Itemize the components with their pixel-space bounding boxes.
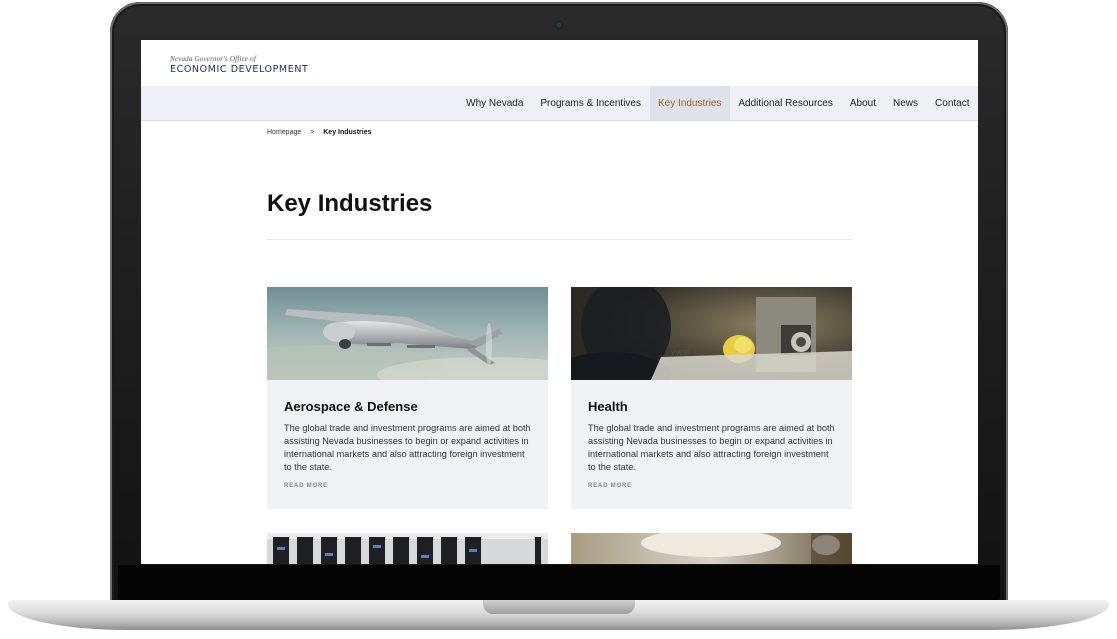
medical-equipment-image: VW38 <box>571 287 852 380</box>
logo-subtitle: Nevada Governor's Office of <box>170 55 257 63</box>
laptop-bezel <box>118 565 1000 601</box>
drone-image <box>267 287 548 380</box>
site-logo[interactable]: Nevada Governor's Office of ECONOMIC DEV… <box>170 55 308 75</box>
card-description: The global trade and investment programs… <box>588 423 835 472</box>
breadcrumb-home-link[interactable]: Homepage <box>267 129 301 136</box>
card-description: The global trade and investment programs… <box>284 423 531 472</box>
title-divider <box>267 239 852 240</box>
card-title: Aerospace & Defense <box>284 399 418 414</box>
breadcrumb-current: Key Industries <box>323 129 372 136</box>
nav-item-contact[interactable]: Contact <box>927 86 978 120</box>
camera-icon <box>555 21 563 29</box>
nav-item-news[interactable]: News <box>885 86 927 120</box>
read-more-link[interactable]: READ MORE <box>588 483 632 489</box>
card-title: Health <box>588 399 628 414</box>
svg-text:VW38: VW38 <box>671 350 690 357</box>
main-nav: Why Nevada Programs & Incentives Key Ind… <box>141 86 978 121</box>
nav-item-key-industries[interactable]: Key Industries <box>649 86 730 120</box>
laptop-notch <box>483 600 635 614</box>
industry-card-aerospace[interactable]: Aerospace & Defense The global trade and… <box>267 287 548 509</box>
beverage-splash-image[interactable] <box>571 533 852 564</box>
nav-item-why-nevada[interactable]: Why Nevada <box>458 86 532 120</box>
nav-item-additional-resources[interactable]: Additional Resources <box>730 86 842 120</box>
nav-item-programs-incentives[interactable]: Programs & Incentives <box>532 86 650 120</box>
nav-item-about[interactable]: About <box>841 86 884 120</box>
browser-screen: Nevada Governor's Office of ECONOMIC DEV… <box>141 40 978 564</box>
industry-card-health[interactable]: VW38 Health The global trade and investm… <box>571 287 852 509</box>
read-more-link[interactable]: READ MORE <box>284 483 328 489</box>
logo-title: ECONOMIC DEVELOPMENT <box>170 64 309 75</box>
server-rack-image[interactable] <box>267 533 548 564</box>
breadcrumb-separator: > <box>310 129 315 136</box>
breadcrumb: Homepage > Key Industries <box>267 129 372 136</box>
page-title: Key Industries <box>267 190 433 217</box>
